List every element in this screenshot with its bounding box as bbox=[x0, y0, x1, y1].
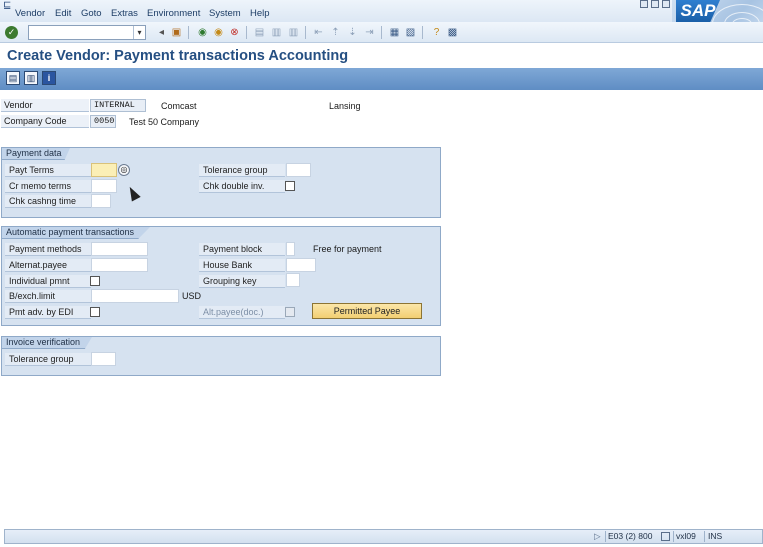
previous-page-icon[interactable]: ⇡ bbox=[329, 26, 342, 39]
back-icon[interactable]: ◉ bbox=[196, 26, 209, 39]
help-icon[interactable]: ? bbox=[430, 26, 443, 39]
alt-payee-doc-label: Alt.payee(doc.) bbox=[199, 306, 285, 319]
alt-payee-doc-checkbox bbox=[285, 307, 295, 317]
tolerance-group-input[interactable] bbox=[286, 163, 311, 177]
chk-cashng-time-input[interactable] bbox=[91, 194, 111, 208]
automatic-payment-group: Automatic payment transactions Payment m… bbox=[1, 226, 441, 326]
payment-block-label: Payment block bbox=[199, 243, 285, 256]
toolbar-separator bbox=[305, 26, 306, 39]
close-icon[interactable] bbox=[662, 0, 670, 8]
create-session-icon[interactable]: ▦ bbox=[388, 26, 401, 39]
vendor-label: Vendor bbox=[1, 99, 89, 112]
chk-double-inv-checkbox[interactable] bbox=[285, 181, 295, 191]
vendor-value[interactable]: INTERNAL bbox=[90, 99, 146, 112]
pmt-adv-edi-label: Pmt adv. by EDI bbox=[5, 306, 91, 319]
info-icon[interactable]: i bbox=[42, 71, 56, 85]
pmt-adv-edi-checkbox[interactable] bbox=[90, 307, 100, 317]
status-divider bbox=[605, 531, 606, 542]
status-bar: ▷ E03 (2) 800 vxl09 INS bbox=[4, 529, 763, 544]
toolbar-separator bbox=[188, 26, 189, 39]
find-next-icon[interactable]: ▥ bbox=[287, 26, 300, 39]
payment-block-text: Free for payment bbox=[313, 244, 382, 254]
vendor-name: Comcast bbox=[161, 101, 197, 111]
toolbar-separator bbox=[246, 26, 247, 39]
payment-data-heading: Payment data bbox=[2, 148, 70, 160]
command-dropdown-icon[interactable]: ▾ bbox=[133, 26, 145, 39]
minimize-icon[interactable] bbox=[640, 0, 648, 8]
automatic-payment-heading: Automatic payment transactions bbox=[2, 227, 150, 239]
save-icon[interactable]: ▣ bbox=[170, 26, 183, 39]
app-menu-icon[interactable]: ⊑ bbox=[3, 0, 11, 11]
status-expand-icon[interactable]: ▷ bbox=[594, 531, 601, 542]
find-icon[interactable]: ▥ bbox=[270, 26, 283, 39]
menu-vendor[interactable]: Vendor bbox=[15, 8, 45, 19]
maximize-icon[interactable] bbox=[651, 0, 659, 8]
payment-block-input[interactable] bbox=[286, 242, 295, 256]
title-bar: Create Vendor: Payment transactions Acco… bbox=[0, 44, 763, 68]
grouping-key-input[interactable] bbox=[286, 273, 300, 287]
company-code-value[interactable]: 0050 bbox=[90, 115, 116, 128]
previous-screen-icon[interactable]: ▥ bbox=[24, 71, 38, 85]
payment-methods-label: Payment methods bbox=[5, 243, 91, 256]
tolerance-group-label: Tolerance group bbox=[199, 164, 285, 177]
cancel-icon[interactable]: ⊗ bbox=[228, 26, 241, 39]
bexch-currency: USD bbox=[182, 291, 202, 301]
exit-icon[interactable]: ◉ bbox=[212, 26, 225, 39]
menu-edit[interactable]: Edit bbox=[55, 8, 71, 19]
back-arrow-small-icon[interactable]: ◂ bbox=[155, 26, 168, 39]
value-help-icon[interactable]: ◎ bbox=[118, 164, 130, 176]
print-icon[interactable]: ▤ bbox=[253, 26, 266, 39]
page-title: Create Vendor: Payment transactions Acco… bbox=[7, 48, 349, 64]
alternat-payee-label: Alternat.payee bbox=[5, 259, 91, 272]
chk-cashng-time-label: Chk cashng time bbox=[5, 195, 91, 208]
company-name: Test 50 Company bbox=[129, 117, 200, 127]
menu-bar: ⊑ Vendor Edit Goto Extras Environment Sy… bbox=[0, 0, 763, 22]
cr-memo-terms-label: Cr memo terms bbox=[5, 180, 91, 193]
individual-pmnt-label: Individual pmnt bbox=[5, 275, 91, 288]
customize-layout-icon[interactable]: ▩ bbox=[446, 26, 459, 39]
last-page-icon[interactable]: ⇥ bbox=[363, 26, 376, 39]
server-name: vxl09 bbox=[676, 531, 696, 541]
session-list-icon[interactable] bbox=[661, 532, 670, 541]
status-divider bbox=[673, 531, 674, 542]
invoice-tolerance-group-label: Tolerance group bbox=[5, 353, 91, 366]
permitted-payee-button[interactable]: Permitted Payee bbox=[312, 303, 422, 319]
invoice-tolerance-group-input[interactable] bbox=[91, 352, 116, 366]
session-info: E03 (2) 800 bbox=[608, 531, 653, 541]
invoice-verification-group: Invoice verification Tolerance group bbox=[1, 336, 441, 376]
payt-terms-input[interactable] bbox=[91, 163, 117, 177]
toolbar-separator bbox=[381, 26, 382, 39]
menu-goto[interactable]: Goto bbox=[81, 8, 102, 19]
bexch-limit-input[interactable] bbox=[91, 289, 179, 303]
administrative-data-icon[interactable]: ▤ bbox=[6, 71, 20, 85]
cr-memo-terms-input[interactable] bbox=[91, 179, 117, 193]
company-code-label: Company Code bbox=[1, 115, 89, 128]
menu-system[interactable]: System bbox=[209, 8, 241, 19]
payt-terms-label: Payt Terms bbox=[5, 164, 91, 177]
bexch-limit-label: B/exch.limit bbox=[5, 290, 91, 303]
chk-double-inv-label: Chk double inv. bbox=[199, 180, 285, 193]
command-field[interactable]: ▾ bbox=[28, 25, 146, 40]
menu-help[interactable]: Help bbox=[250, 8, 270, 19]
standard-toolbar: ✓ ▾ ◂ ▣ ◉ ◉ ⊗ ▤ ▥ ▥ ⇤ ⇡ ⇣ ⇥ ▦ ▧ ? ▩ bbox=[0, 22, 763, 43]
payment-methods-input[interactable] bbox=[91, 242, 148, 256]
grouping-key-label: Grouping key bbox=[199, 275, 285, 288]
alternat-payee-input[interactable] bbox=[91, 258, 148, 272]
insert-mode: INS bbox=[708, 531, 723, 541]
payment-data-group: Payment data Payt Terms ◎ Cr memo terms … bbox=[1, 147, 441, 218]
enter-icon[interactable]: ✓ bbox=[5, 26, 18, 39]
menu-extras[interactable]: Extras bbox=[111, 8, 138, 19]
application-toolbar: ▤ ▥ i bbox=[0, 68, 763, 90]
status-divider bbox=[704, 531, 705, 542]
house-bank-input[interactable] bbox=[286, 258, 316, 272]
first-page-icon[interactable]: ⇤ bbox=[312, 26, 325, 39]
next-page-icon[interactable]: ⇣ bbox=[346, 26, 359, 39]
vendor-city: Lansing bbox=[329, 101, 361, 111]
menu-environment[interactable]: Environment bbox=[147, 8, 200, 19]
individual-pmnt-checkbox[interactable] bbox=[90, 276, 100, 286]
house-bank-label: House Bank bbox=[199, 259, 285, 272]
toolbar-separator bbox=[422, 26, 423, 39]
invoice-verification-heading: Invoice verification bbox=[2, 337, 92, 349]
shortcut-icon[interactable]: ▧ bbox=[404, 26, 417, 39]
